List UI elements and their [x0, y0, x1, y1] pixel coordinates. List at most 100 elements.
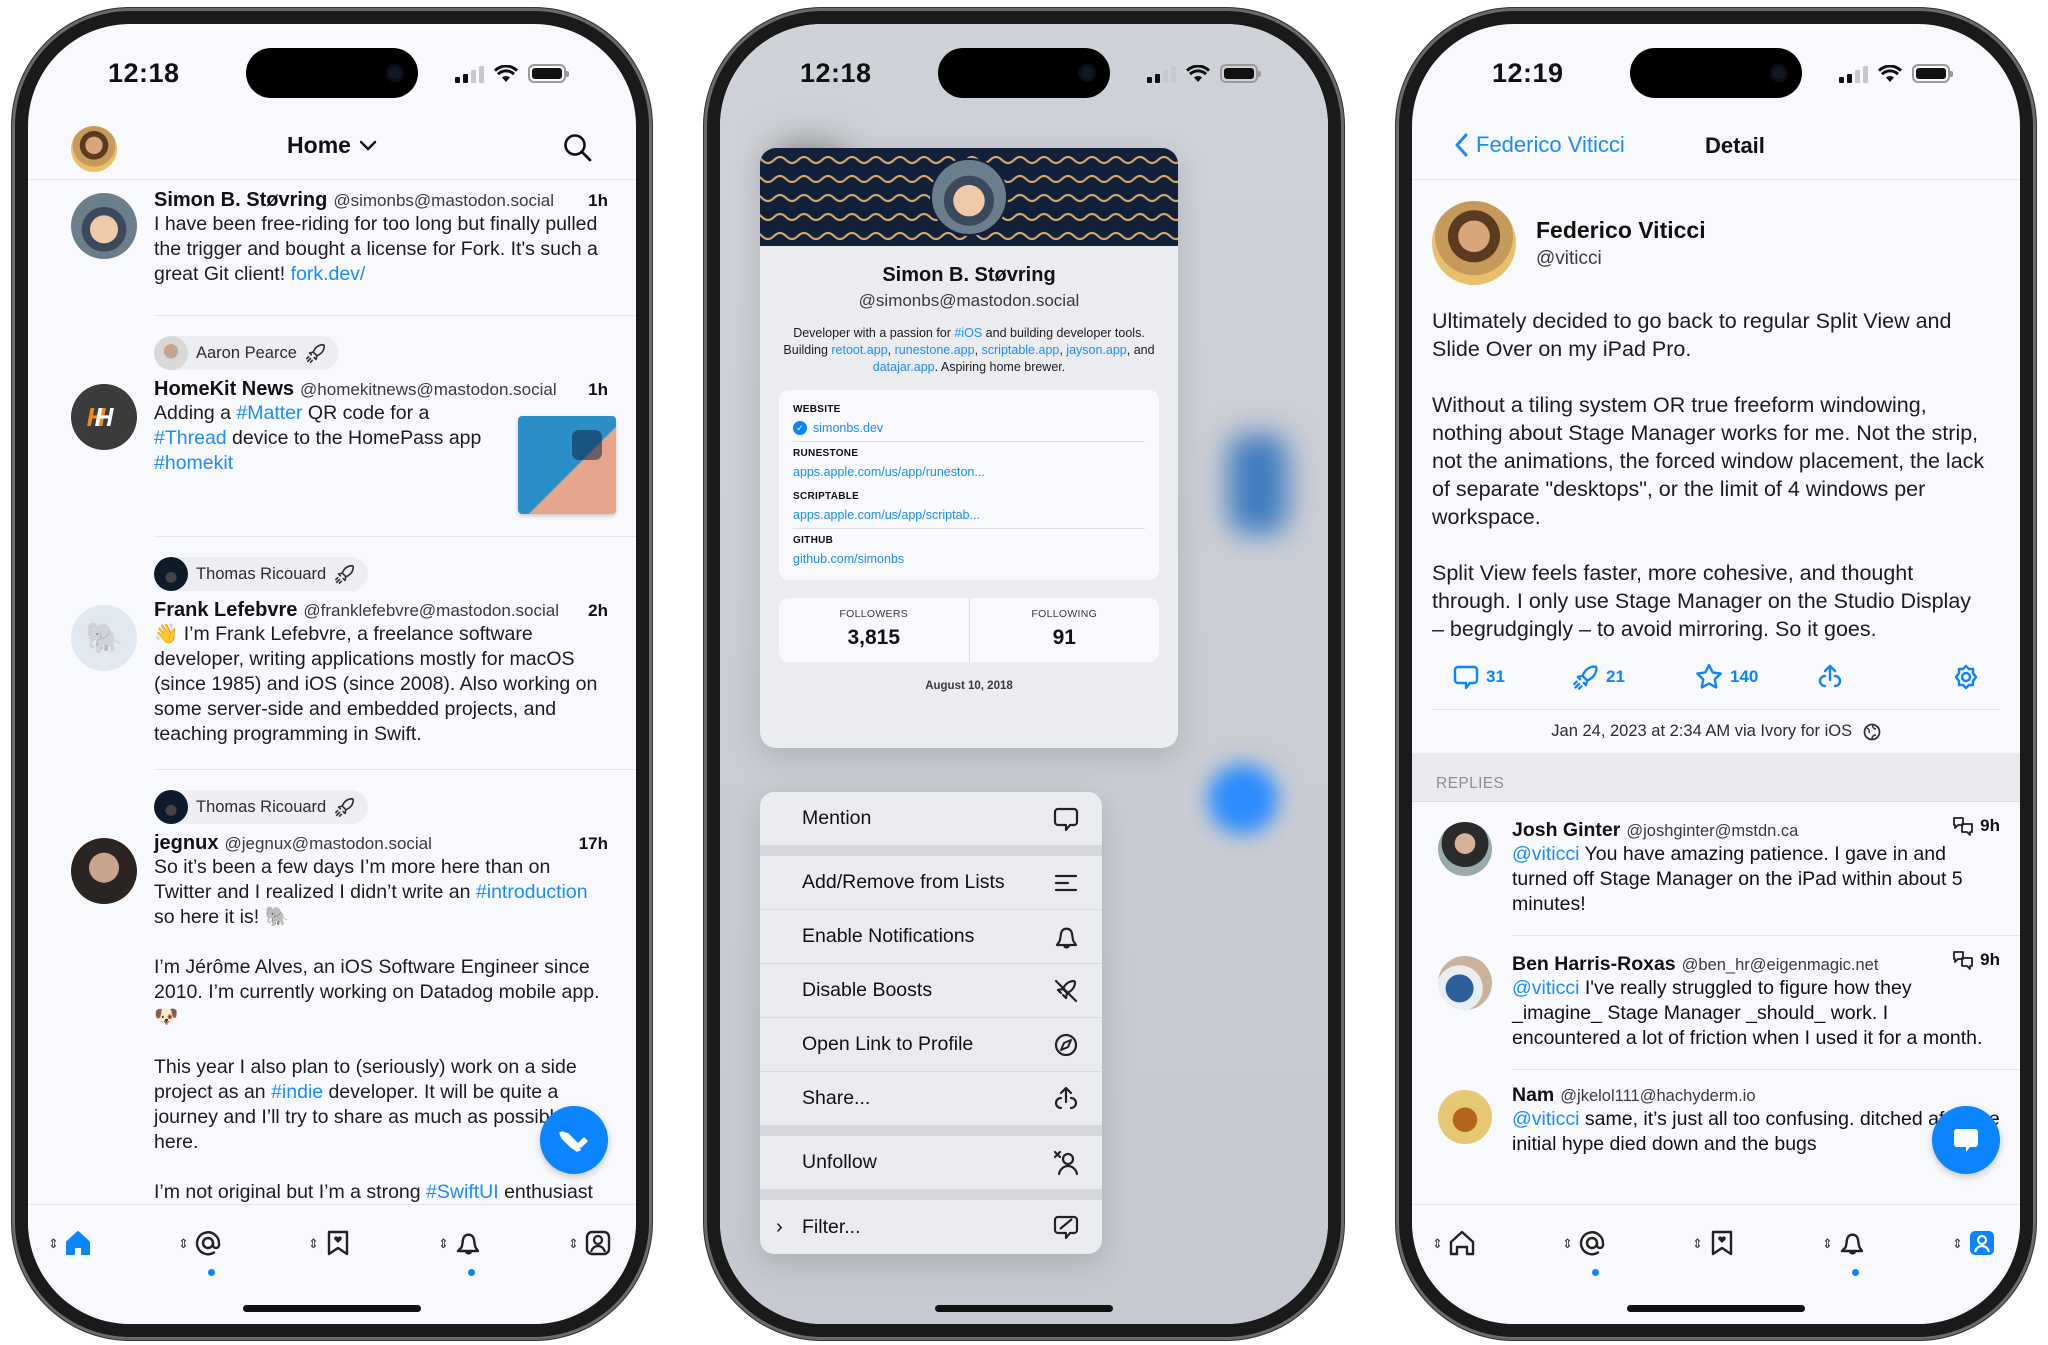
timeline-feed[interactable]: Simon B. Støvring @simonbs@mastodon.soci…	[28, 181, 636, 1204]
post-timestamp: Jan 24, 2023 at 2:34 AM via Ivory for iO…	[1551, 722, 1853, 740]
post-link[interactable]: fork.dev/	[291, 263, 366, 285]
menu-item-notifications[interactable]: Enable Notifications	[760, 910, 1102, 964]
bio-link[interactable]: #iOS	[954, 326, 982, 340]
post-author-handle: @franklefebvre@mastodon.social	[303, 601, 560, 620]
compass-icon	[1054, 1033, 1078, 1056]
reply-avatar[interactable]	[1438, 956, 1492, 1010]
list-icon	[1054, 874, 1078, 891]
field-link[interactable]: simonbs.dev	[813, 421, 883, 435]
mention-bubble-icon	[1053, 807, 1079, 831]
reply-time: 9h	[1980, 816, 2000, 835]
menu-item-unfollow[interactable]: Unfollow	[760, 1136, 1102, 1190]
post-body: Ultimately decided to go back to regular…	[1412, 285, 2020, 643]
menu-item-lists[interactable]: Add/Remove from Lists	[760, 856, 1102, 910]
bio-link[interactable]: retoot.app	[831, 343, 887, 357]
tab-notifications[interactable]: ⇕	[1822, 1223, 1882, 1276]
tab-favorites[interactable]: ⇕	[308, 1223, 368, 1263]
following-stat[interactable]: FOLLOWING 91	[968, 598, 1160, 662]
reply-avatar[interactable]	[1438, 1090, 1492, 1144]
tab-home[interactable]: ⇕	[48, 1223, 108, 1263]
profile-fields: WEBSITE ✓ simonbs.dev RUNESTONE apps.appl…	[779, 390, 1159, 580]
bio-link[interactable]: jayson.app	[1066, 343, 1126, 357]
star-icon	[1696, 663, 1722, 689]
profile-handle: @simonbs@mastodon.social	[858, 291, 1080, 310]
reply-item[interactable]: Ben Harris-Roxas @ben_hr@eigenmagic.net …	[1412, 936, 2020, 1051]
boost-badge[interactable]: Thomas Ricouard	[154, 790, 369, 824]
tab-home[interactable]: ⇕	[1432, 1223, 1492, 1263]
bio-link[interactable]: scriptable.app	[982, 343, 1060, 357]
hashtag-link[interactable]: #indie	[271, 1081, 323, 1103]
menu-item-boosts[interactable]: Disable Boosts	[760, 964, 1102, 1018]
timeline-post[interactable]: HomeKit News @homekitnews@mastodon.socia…	[28, 376, 636, 526]
compose-button[interactable]	[540, 1106, 608, 1174]
chevron-down-icon	[359, 140, 377, 151]
tab-mentions[interactable]: ⇕	[1562, 1223, 1622, 1276]
menu-separator	[760, 1190, 1102, 1200]
hashtag-link[interactable]: #introduction	[476, 881, 588, 903]
account-avatar[interactable]	[71, 126, 117, 172]
share-icon	[1054, 1086, 1078, 1109]
status-time: 12:18	[108, 58, 180, 88]
post-avatar[interactable]	[71, 605, 137, 671]
field-link[interactable]: apps.apple.com/us/app/runeston...	[793, 465, 985, 479]
signal-icon	[455, 65, 484, 83]
swap-chevrons-icon: ⇕	[1822, 1235, 1833, 1251]
tab-profile[interactable]: ⇕	[568, 1223, 628, 1263]
post-avatar[interactable]	[71, 838, 137, 904]
menu-item-label: Unfollow	[802, 1151, 877, 1173]
joined-date: August 10, 2018	[925, 680, 1013, 692]
boost-badge[interactable]: Aaron Pearce	[154, 336, 339, 370]
field-link[interactable]: apps.apple.com/us/app/scriptab...	[793, 508, 980, 522]
boost-rocket-icon	[1573, 665, 1598, 690]
search-icon[interactable]	[562, 132, 594, 164]
tab-favorites[interactable]: ⇕	[1692, 1223, 1752, 1263]
mention-link[interactable]: @viticci	[1512, 977, 1579, 999]
timeline-post[interactable]: Frank Lefebvre @franklefebvre@mastodon.s…	[28, 597, 636, 747]
menu-item-label: Mention	[802, 807, 872, 829]
more-options-button[interactable]	[1952, 663, 1980, 691]
post-avatar[interactable]	[71, 384, 137, 450]
back-button[interactable]: Federico Viticci	[1454, 132, 1625, 158]
timeline-post[interactable]: Simon B. Støvring @simonbs@mastodon.soci…	[28, 181, 636, 287]
menu-item-open-link[interactable]: Open Link to Profile	[760, 1018, 1102, 1072]
reply-author-name: Nam	[1512, 1084, 1555, 1106]
field-link[interactable]: github.com/simonbs	[793, 552, 904, 566]
boost-button[interactable]: 21	[1572, 663, 1694, 691]
reply-button[interactable]: 31	[1452, 663, 1572, 691]
hashtag-link[interactable]: #Matter	[236, 402, 302, 424]
favorite-button[interactable]: 140	[1694, 662, 1816, 692]
booster-avatar	[154, 557, 188, 591]
tab-profile[interactable]: ⇕	[1952, 1223, 2012, 1263]
boost-count: 21	[1606, 667, 1625, 686]
post-avatar[interactable]	[71, 193, 137, 259]
menu-item-share[interactable]: Share...	[760, 1072, 1102, 1126]
timeline-selector[interactable]: Home	[287, 132, 377, 159]
followers-stat[interactable]: FOLLOWERS 3,815	[779, 598, 969, 662]
share-button[interactable]	[1816, 663, 1844, 691]
tab-mentions[interactable]: ⇕	[178, 1223, 238, 1276]
profile-preview-card[interactable]: Simon B. Støvring @simonbs@mastodon.soci…	[760, 148, 1178, 748]
reply-item[interactable]: Nam @jkelol111@hachyderm.io @viticci sam…	[1412, 1070, 2020, 1157]
mention-link[interactable]: @viticci	[1512, 843, 1579, 865]
bio-link[interactable]: runestone.app	[895, 343, 975, 357]
hashtag-link[interactable]: #Thread	[154, 427, 227, 449]
author-avatar[interactable]	[1432, 201, 1516, 285]
boost-badge[interactable]: Thomas Ricouard	[154, 557, 369, 591]
tab-notifications[interactable]: ⇕	[438, 1223, 498, 1276]
post-detail[interactable]: Federico Viticci @viticci Ultimately dec…	[1412, 181, 2020, 1204]
chevron-right-icon: ›	[776, 1215, 783, 1238]
reply-compose-button[interactable]	[1932, 1106, 2000, 1174]
hashtag-link[interactable]: #homekit	[154, 452, 233, 474]
reply-bubble-icon	[1453, 665, 1479, 690]
mention-link[interactable]: @viticci	[1512, 1108, 1579, 1130]
menu-item-mention[interactable]: Mention	[760, 792, 1102, 846]
bio-link[interactable]: datajar.app	[873, 360, 935, 374]
reply-avatar[interactable]	[1438, 822, 1492, 876]
reply-item[interactable]: Josh Ginter @joshginter@mstdn.ca 9h @vit…	[1412, 802, 2020, 917]
post-author-name: jegnux	[154, 832, 219, 854]
phone-home-timeline: 12:18 Home Simon B. Støvring @simonbs@ma…	[12, 8, 652, 1340]
post-time: 1h	[588, 380, 608, 399]
menu-item-filter[interactable]: › Filter...	[760, 1200, 1102, 1254]
media-thumbnail[interactable]	[518, 416, 616, 514]
hashtag-link[interactable]: #SwiftUI	[426, 1181, 499, 1203]
